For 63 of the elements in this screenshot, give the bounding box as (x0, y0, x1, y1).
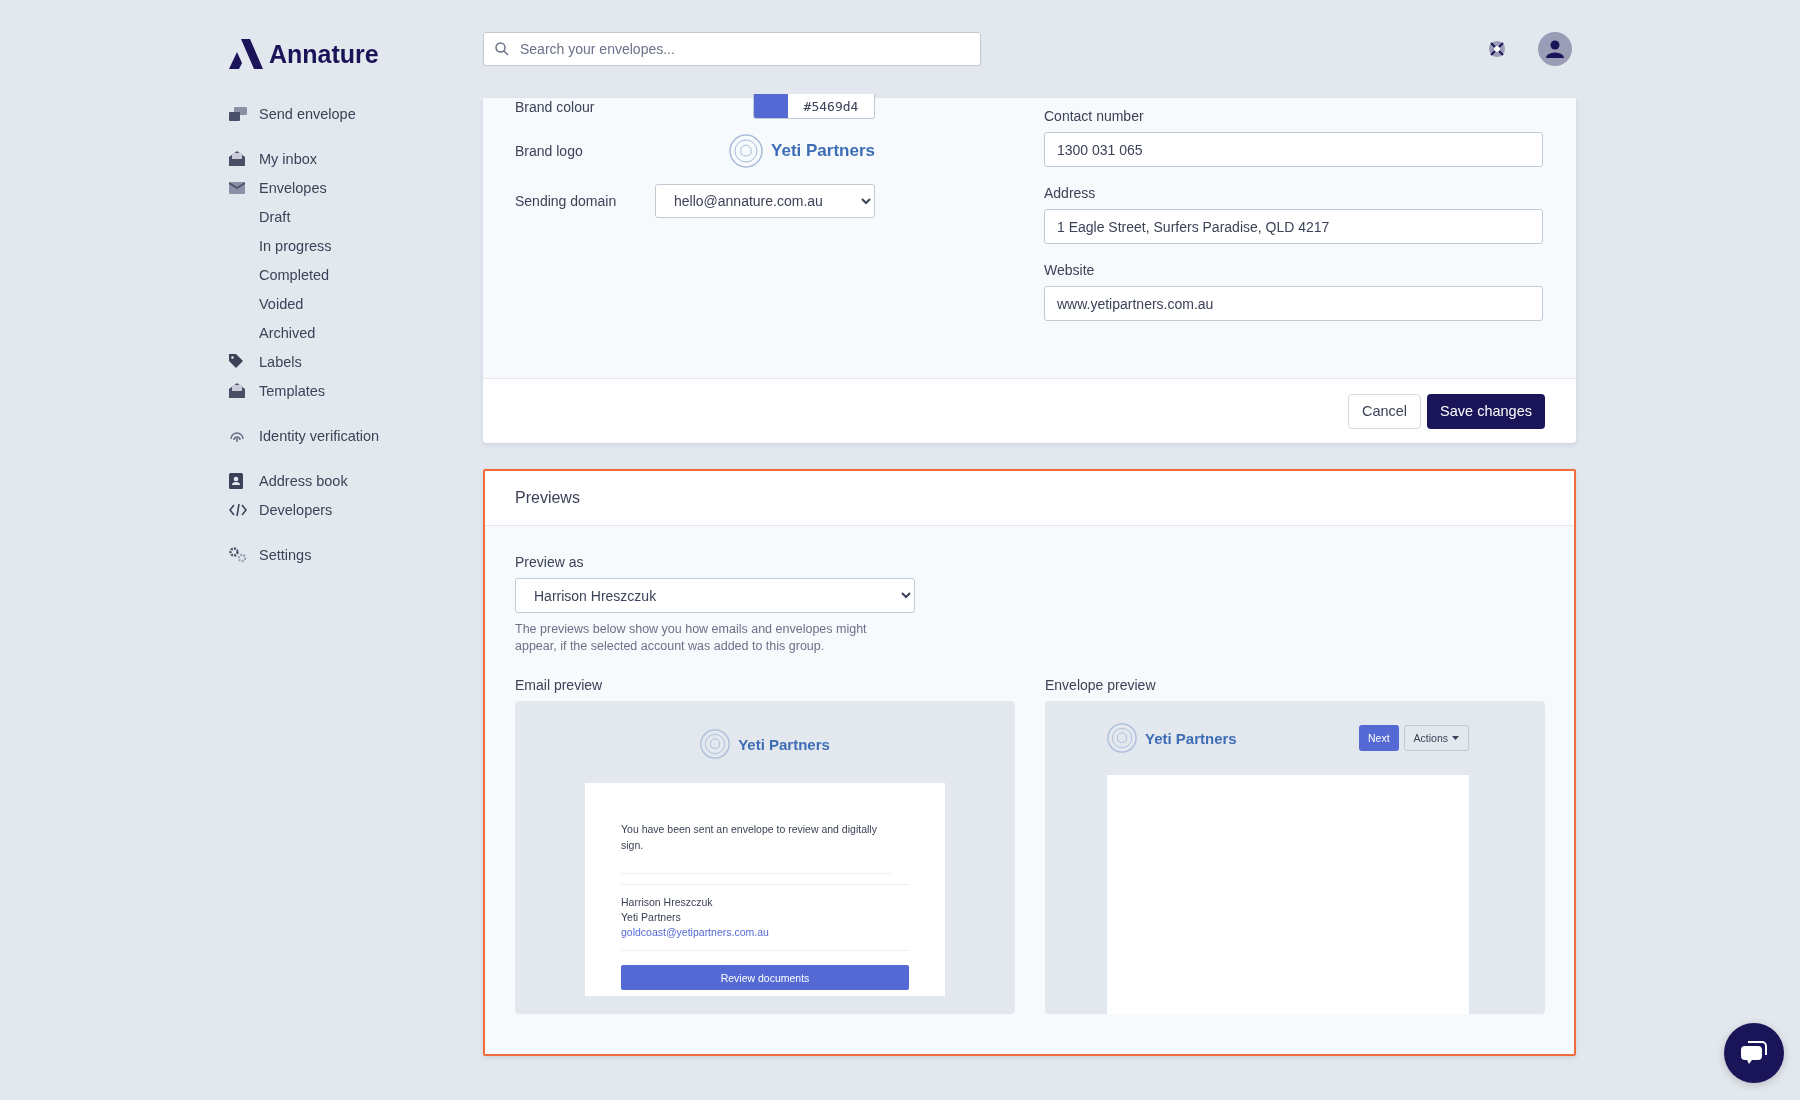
logo-text: Yeti Partners (738, 735, 830, 753)
next-button[interactable]: Next (1358, 725, 1399, 751)
open-envelope-icon (229, 383, 245, 398)
search-icon (495, 42, 509, 56)
field-label: Email preview (515, 677, 604, 693)
tag-icon (229, 354, 245, 369)
chat-bubble-icon (1740, 1040, 1768, 1066)
help-text: The previews below show you how emails and envelopes might appear, if the selected account was added to this group. (515, 621, 868, 655)
caret-icon (1452, 736, 1459, 740)
chat-button[interactable] (1724, 1023, 1784, 1083)
logo-text: Yeti Partners (771, 141, 875, 161)
sidebar-item[interactable]: Archived (229, 318, 316, 347)
text-input[interactable]: 1300 031 065 (1044, 132, 1543, 167)
email-message: You have been sent an envelope to review and digitally sign. (621, 821, 891, 874)
code-icon (229, 502, 247, 517)
avatar-icon[interactable] (1538, 32, 1572, 66)
field-label: Address (1044, 185, 1097, 201)
sidebar-item[interactable]: Labels (229, 347, 302, 376)
help-icon[interactable] (1488, 40, 1506, 58)
review-documents-button[interactable]: Review documents (621, 965, 909, 990)
search-field[interactable]: Search your envelopes... (483, 32, 981, 66)
preview-as-select[interactable]: Harrison Hreszczuk (515, 578, 915, 613)
gears-icon (229, 546, 247, 563)
sidebar-item[interactable]: Address book (229, 466, 348, 495)
field-label: Contact number (1044, 108, 1145, 124)
section-title: Previews (515, 489, 580, 507)
text-input[interactable]: 1 Eagle Street, Surfers Paradise, QLD 4217 (1044, 209, 1543, 244)
sidebar-item[interactable]: Templates (229, 376, 326, 405)
sender-company: Yeti Partners (621, 910, 682, 925)
field-label: Website (1044, 262, 1096, 278)
sidebar-item[interactable]: Send envelope (229, 99, 356, 128)
sidebar-item[interactable]: In progress (229, 231, 332, 260)
sidebar-item[interactable]: Completed (229, 260, 330, 289)
cancel-button[interactable]: Cancel (1347, 393, 1422, 429)
envelopes-icon (229, 106, 247, 121)
open-envelope-icon (229, 151, 245, 166)
save-button[interactable]: Save changes (1427, 393, 1545, 429)
sidebar-item[interactable]: Draft (229, 202, 291, 231)
sidebar-item[interactable]: Developers (229, 495, 333, 524)
sidebar-item[interactable]: Settings (229, 540, 312, 569)
field-label: Preview as (515, 554, 585, 570)
sidebar-item[interactable]: Envelopes (229, 173, 327, 202)
sender-name: Harrison Hreszczuk (621, 895, 714, 910)
brand-name: Annature (269, 39, 379, 69)
yeti-emblem-icon (729, 134, 764, 168)
sidebar-item[interactable]: My inbox (229, 144, 318, 173)
text-input[interactable]: www.yetipartners.com.au (1044, 286, 1543, 321)
logo-mark-icon (229, 39, 263, 69)
yeti-emblem-icon (1107, 723, 1137, 753)
envelope-icon (229, 181, 245, 194)
colour-field[interactable]: #5469d4 (753, 94, 875, 119)
yeti-emblem-icon (700, 729, 731, 759)
logo-text: Yeti Partners (1145, 729, 1237, 747)
sidebar-item[interactable]: Voided (229, 289, 304, 318)
address-book-icon (229, 472, 243, 489)
actions-dropdown[interactable]: Actions (1403, 725, 1469, 751)
field-label: Sending domain (515, 193, 617, 209)
sender-email-link[interactable]: goldcoast@yetipartners.com.au (621, 925, 909, 940)
field-label: Brand colour (515, 98, 595, 115)
field-label: Brand logo (515, 143, 583, 159)
field-label: Envelope preview (1045, 677, 1157, 693)
sending-domain-select[interactable]: hello@annature.com.au (655, 184, 875, 218)
sidebar-item[interactable]: Identity verification (229, 421, 380, 450)
